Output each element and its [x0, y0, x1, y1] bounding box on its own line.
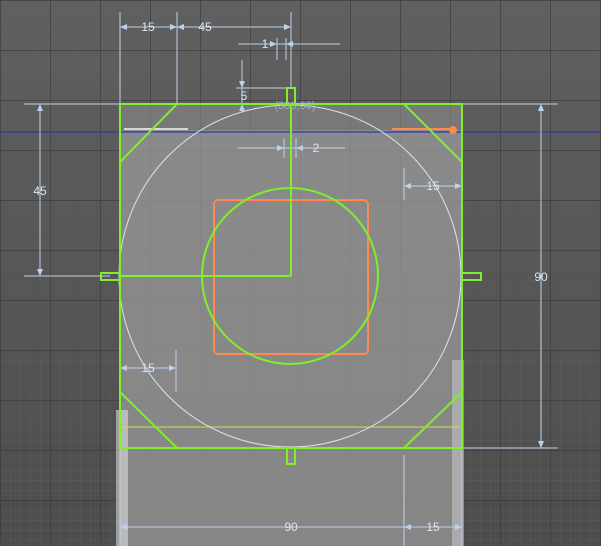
- dim-left-half-height[interactable]: 45: [33, 184, 47, 198]
- projected-point: [449, 126, 457, 134]
- dim-secondary-offset[interactable]: 2: [313, 141, 320, 155]
- dim-top-half-width[interactable]: 45: [198, 20, 212, 34]
- sketch-origin-label: (300,00): [275, 100, 316, 112]
- sketch-canvas[interactable]: 15 45 1 5 (300,00) 2 45 15 90 15 90 15: [0, 0, 601, 546]
- dim-overall-height[interactable]: 90: [534, 270, 548, 284]
- dim-bottom-chamfer-width[interactable]: 15: [141, 361, 155, 375]
- cad-sketch-viewport[interactable]: 15 45 1 5 (300,00) 2 45 15 90 15 90 15: [0, 0, 601, 546]
- dim-right-chamfer-width[interactable]: 15: [426, 179, 440, 193]
- dim-top-chamfer-width[interactable]: 15: [141, 20, 155, 34]
- dim-bottom-right-chamfer[interactable]: 15: [426, 520, 440, 534]
- dim-center-offset-vertical[interactable]: 5: [241, 89, 248, 103]
- dim-center-offset-horizontal[interactable]: 1: [262, 37, 269, 51]
- dim-overall-width[interactable]: 90: [284, 520, 298, 534]
